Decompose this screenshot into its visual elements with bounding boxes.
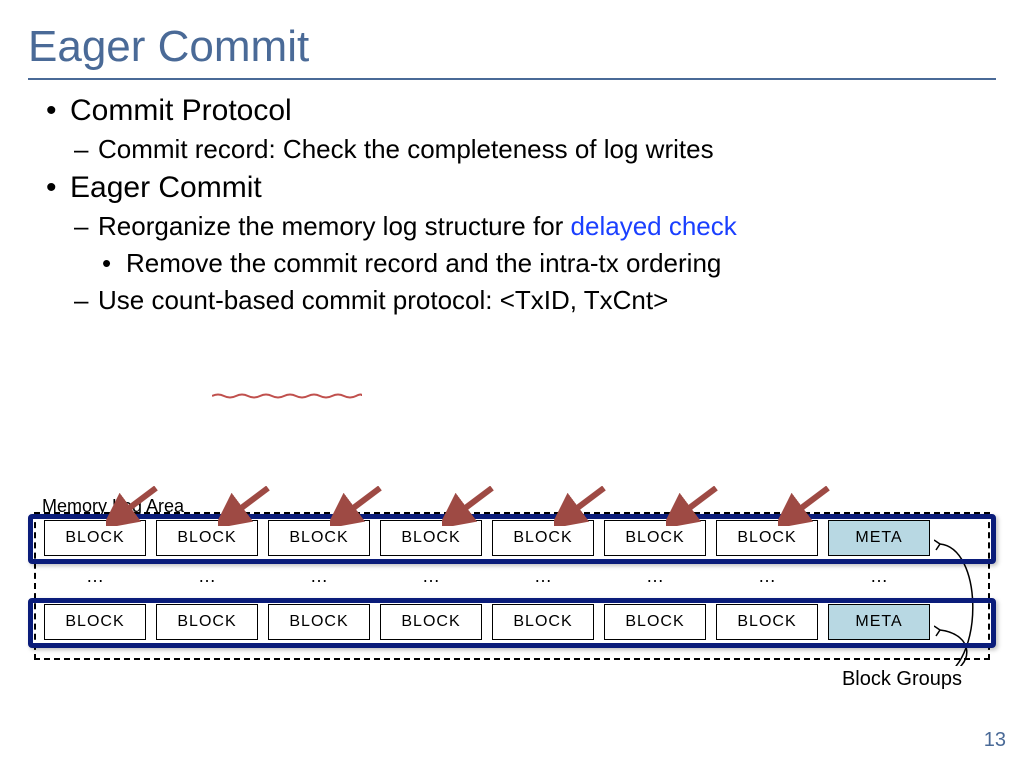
bullet-text: Commit Protocol <box>70 94 292 127</box>
bullet-text-pre: Reorganize the memory log structure for <box>98 211 571 241</box>
block-cell: BLOCK <box>492 604 594 640</box>
meta-cell: META <box>828 520 930 556</box>
slide: Eager Commit Commit Protocol Commit reco… <box>0 0 1024 768</box>
content-area: Commit Protocol Commit record: Check the… <box>28 94 996 316</box>
bullet-commit-record: Commit record: Check the completeness of… <box>70 134 996 165</box>
ellipsis-row: … … … … … … … … <box>28 566 996 587</box>
block-cell: BLOCK <box>716 604 818 640</box>
block-row-1: BLOCK BLOCK BLOCK BLOCK BLOCK BLOCK BLOC… <box>28 516 996 560</box>
block-row-2: BLOCK BLOCK BLOCK BLOCK BLOCK BLOCK BLOC… <box>28 600 996 644</box>
block-cell: BLOCK <box>604 604 706 640</box>
block-cell: BLOCK <box>380 604 482 640</box>
ellipsis: … <box>492 566 594 587</box>
slide-title: Eager Commit <box>28 22 996 80</box>
squiggle-underline <box>212 386 362 392</box>
highlight-delayed-check: delayed check <box>571 211 737 241</box>
ellipsis: … <box>828 566 930 587</box>
bullet-remove-commit: Remove the commit record and the intra-t… <box>98 248 996 279</box>
block-cell: BLOCK <box>268 604 370 640</box>
bullet-commit-protocol: Commit Protocol Commit record: Check the… <box>42 94 996 165</box>
ellipsis: … <box>604 566 706 587</box>
block-cell: BLOCK <box>156 604 258 640</box>
bullet-count-based: Use count-based commit protocol: <TxID, … <box>70 285 996 316</box>
block-groups-arcs <box>934 526 994 666</box>
ellipsis: … <box>380 566 482 587</box>
bullet-text: Eager Commit <box>70 171 262 204</box>
ellipsis: … <box>156 566 258 587</box>
page-number: 13 <box>984 729 1006 752</box>
bullet-reorganize: Reorganize the memory log structure for … <box>70 211 996 279</box>
bullet-eager-commit: Eager Commit Reorganize the memory log s… <box>42 171 996 316</box>
ellipsis: … <box>716 566 818 587</box>
ellipsis: … <box>44 566 146 587</box>
meta-cell: META <box>828 604 930 640</box>
block-groups-label: Block Groups <box>842 668 962 691</box>
block-cell: BLOCK <box>44 604 146 640</box>
ellipsis: … <box>268 566 370 587</box>
